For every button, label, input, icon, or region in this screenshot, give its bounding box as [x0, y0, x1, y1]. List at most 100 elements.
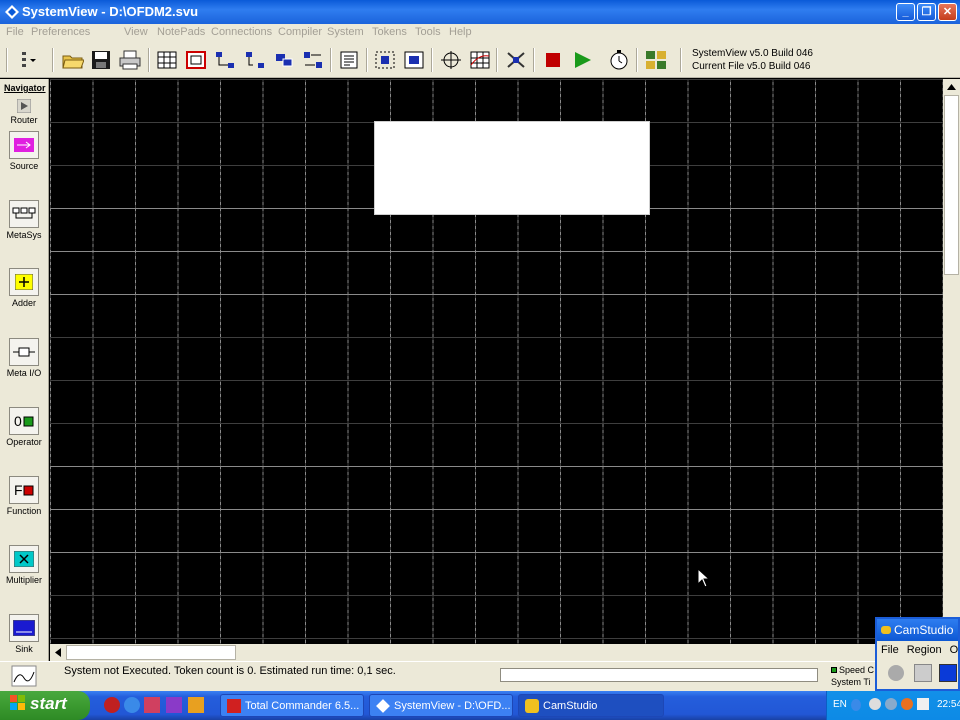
- stop-record-icon[interactable]: [939, 664, 957, 682]
- navigator-label: Router: [10, 115, 38, 125]
- connect-tokens-icon[interactable]: [214, 50, 236, 70]
- run-system-icon[interactable]: [571, 50, 593, 70]
- window-titlebar: SystemView - D:\OFDM2.svu _ ❐ ✕: [0, 0, 960, 24]
- task-label: SystemView - D:\OFD...: [394, 700, 511, 712]
- toolbar-separator: [52, 48, 54, 72]
- menu-tools[interactable]: Tools: [415, 26, 441, 38]
- task-total-commander[interactable]: Total Commander 6.5...: [220, 694, 364, 717]
- camstudio-menu-file[interactable]: File: [881, 644, 899, 656]
- navigator-label: Operator: [6, 437, 42, 447]
- menu-connections[interactable]: Connections: [211, 26, 272, 38]
- blank-note-box[interactable]: [374, 121, 650, 215]
- scroll-up-arrow-icon[interactable]: [943, 80, 960, 94]
- navigator-item-sink[interactable]: Sink: [0, 614, 48, 654]
- navigator-item-meta-io[interactable]: Meta I/O: [0, 338, 48, 378]
- tray-antivirus-icon[interactable]: [901, 698, 913, 710]
- vertical-scrollbar[interactable]: [943, 79, 960, 644]
- analysis-window-icon[interactable]: [645, 50, 667, 70]
- notepad-icon[interactable]: [338, 50, 360, 70]
- root-locus-icon[interactable]: [440, 50, 462, 70]
- system-time-label: System Ti: [831, 677, 871, 687]
- speed-panel: Speed C System Ti: [831, 664, 874, 688]
- navigator-item-adder[interactable]: Adder: [0, 268, 48, 308]
- toolbar-separator: [366, 48, 368, 72]
- camstudio-titlebar[interactable]: CamStudio: [877, 619, 958, 641]
- systemview-app-icon: [5, 5, 19, 19]
- save-disk-icon[interactable]: [90, 50, 112, 70]
- menu-compiler[interactable]: Compiler: [278, 26, 322, 38]
- navigator-item-metasys[interactable]: MetaSys: [0, 200, 48, 240]
- task-label: CamStudio: [543, 700, 598, 712]
- function-icon: F: [9, 476, 39, 504]
- scroll-left-arrow-icon[interactable]: [51, 644, 65, 661]
- navigator-item-router[interactable]: Router: [0, 99, 48, 125]
- menu-file[interactable]: File: [6, 26, 24, 38]
- print-icon[interactable]: [119, 50, 141, 70]
- horizontal-scroll-thumb[interactable]: [66, 645, 236, 660]
- opera-icon[interactable]: [104, 697, 120, 713]
- horizontal-scrollbar[interactable]: [50, 644, 943, 661]
- tray-volume-icon[interactable]: [917, 698, 929, 710]
- toolbar-separator: [330, 48, 332, 72]
- toolbar-separator: [636, 48, 638, 72]
- menu-notepads[interactable]: NotePads: [157, 26, 205, 38]
- toolbar-separator: [431, 48, 433, 72]
- menu-preferences[interactable]: Preferences: [31, 26, 90, 38]
- tray-network-icon[interactable]: [885, 698, 897, 710]
- navigator-item-operator[interactable]: 0 Operator: [0, 407, 48, 447]
- task-systemview[interactable]: SystemView - D:\OFD...: [369, 694, 513, 717]
- bode-grid-icon[interactable]: [469, 50, 491, 70]
- camstudio-menu-options[interactable]: Op: [950, 644, 958, 656]
- internet-explorer-icon[interactable]: [124, 697, 140, 713]
- menu-bar: File Preferences View NotePads Connectio…: [0, 24, 960, 42]
- router-icon: [17, 99, 31, 113]
- navigator-item-multiplier[interactable]: Multiplier: [0, 545, 48, 585]
- start-label: start: [30, 694, 67, 713]
- winamp-icon[interactable]: [188, 697, 204, 713]
- task-camstudio[interactable]: CamStudio: [518, 694, 664, 717]
- minimize-button[interactable]: _: [896, 3, 915, 21]
- stop-icon[interactable]: [542, 50, 564, 70]
- vertical-scroll-thumb[interactable]: [944, 95, 959, 275]
- system-time-icon[interactable]: [10, 664, 38, 688]
- clock: 22:54: [937, 699, 960, 710]
- sink-calculator-icon[interactable]: [505, 50, 527, 70]
- disconnect-tokens-icon[interactable]: [244, 50, 266, 70]
- media-icon[interactable]: [166, 697, 182, 713]
- menu-system[interactable]: System: [327, 26, 364, 38]
- start-button[interactable]: start: [0, 691, 90, 720]
- total-commander-icon: [227, 699, 241, 713]
- system-tray: EN 22:54: [826, 691, 960, 720]
- status-message: System not Executed. Token count is 0. E…: [64, 665, 396, 677]
- stopwatch-icon[interactable]: [608, 50, 630, 70]
- navigator-item-function[interactable]: F Function: [0, 476, 48, 516]
- create-metasystem-icon[interactable]: [374, 50, 396, 70]
- list-dropdown-icon[interactable]: [14, 50, 36, 70]
- grid-icon[interactable]: [156, 50, 178, 70]
- open-folder-icon[interactable]: [62, 50, 84, 70]
- reverse-token-icon[interactable]: [302, 50, 324, 70]
- menu-view[interactable]: View: [124, 26, 148, 38]
- menu-help[interactable]: Help: [449, 26, 472, 38]
- quick-launch-app-icon[interactable]: [144, 697, 160, 713]
- pause-icon[interactable]: [914, 664, 932, 682]
- navigator-item-source[interactable]: Source: [0, 131, 48, 171]
- duplicate-tokens-icon[interactable]: [273, 50, 295, 70]
- source-icon: [9, 131, 39, 159]
- tray-arrow-icon[interactable]: [851, 699, 861, 711]
- navigator-label: Source: [9, 161, 39, 171]
- expand-metasystem-icon[interactable]: [403, 50, 425, 70]
- select-token-icon[interactable]: [185, 50, 207, 70]
- tray-app-icon[interactable]: [869, 698, 881, 710]
- menu-tokens[interactable]: Tokens: [372, 26, 407, 38]
- language-indicator[interactable]: EN: [833, 699, 847, 710]
- close-button[interactable]: ✕: [938, 3, 957, 21]
- version-line: SystemView v5.0 Build 046: [692, 48, 813, 59]
- camstudio-title: CamStudio: [894, 623, 954, 637]
- design-canvas[interactable]: [50, 79, 943, 644]
- maximize-button[interactable]: ❐: [917, 3, 936, 21]
- navigator-label: Multiplier: [5, 575, 42, 585]
- record-icon[interactable]: [888, 665, 904, 681]
- camstudio-menu-region[interactable]: Region: [907, 644, 942, 656]
- navigator-label: MetaSys: [6, 230, 42, 240]
